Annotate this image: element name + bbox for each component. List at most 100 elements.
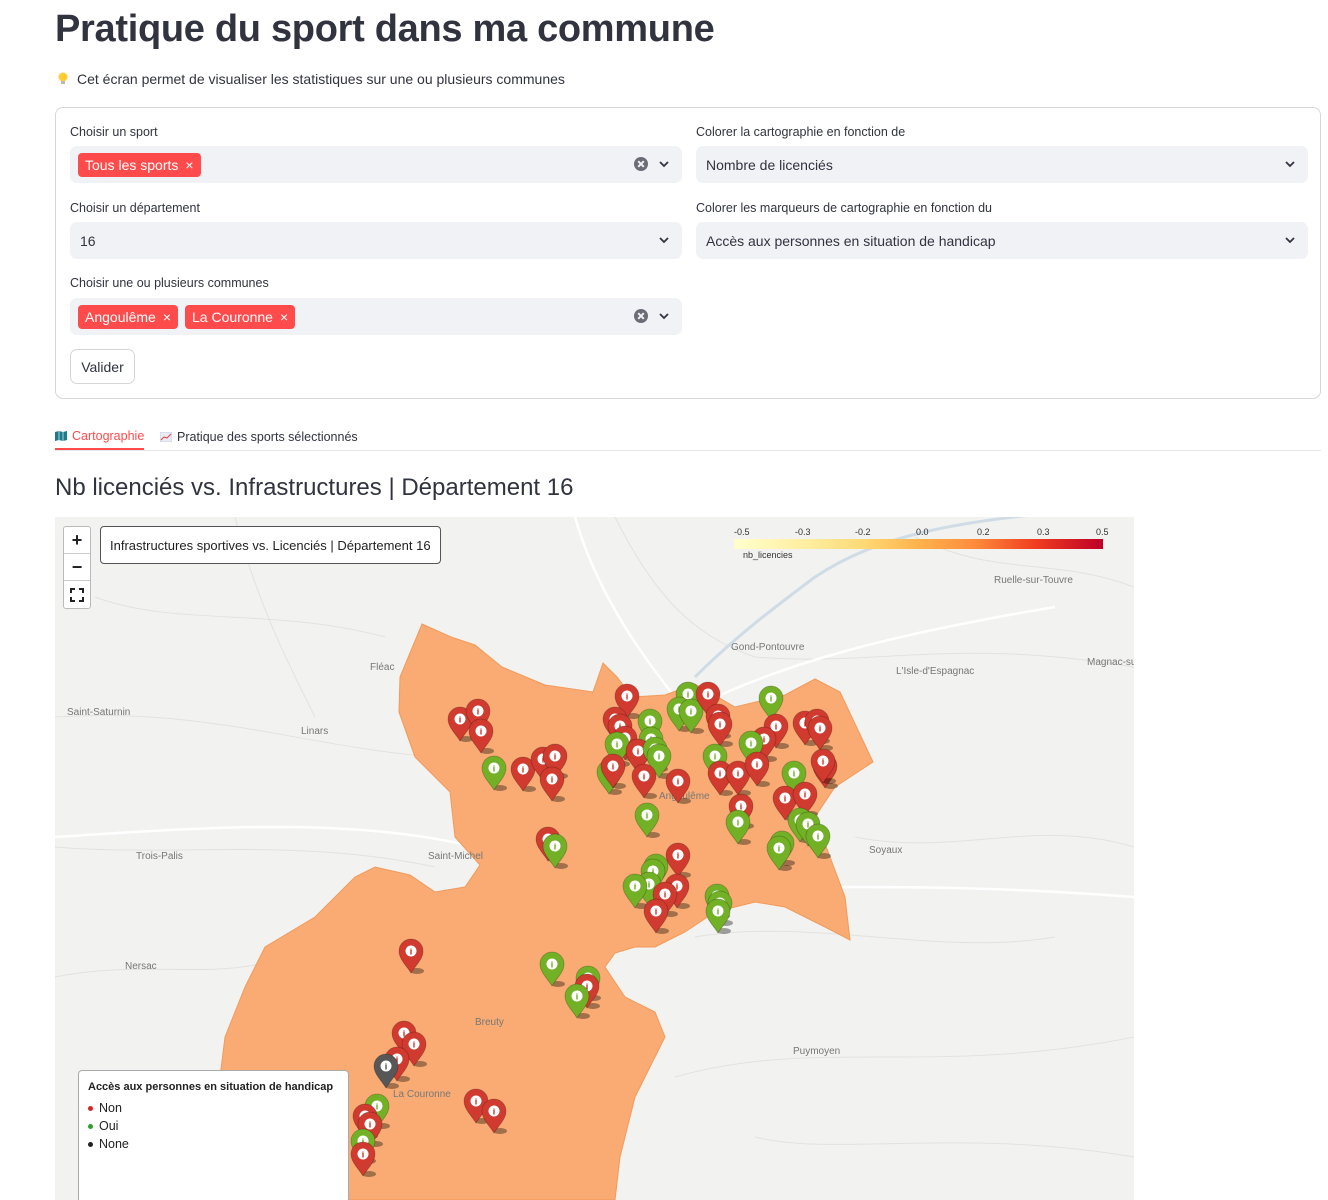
black-dot-icon	[88, 1141, 93, 1147]
scale-tick: -0.5	[734, 527, 750, 537]
map-view[interactable]: Ruelle-sur-Touvre Gond-Pontouvre L'Isle-…	[55, 517, 1134, 1200]
info-icon: i	[822, 758, 825, 767]
tab-cartographie[interactable]: Cartographie	[55, 423, 145, 450]
info-icon: i	[637, 748, 640, 757]
tab-pratique[interactable]: Pratique des sports sélectionnés	[160, 423, 358, 450]
chevron-down-icon[interactable]	[1284, 158, 1296, 170]
marker-none-icon[interactable]: i	[373, 1053, 399, 1089]
zoom-in-button[interactable]: +	[64, 527, 90, 554]
communes-multiselect[interactable]: Angoulême × La Couronne ×	[70, 298, 682, 335]
communes-label: Choisir une ou plusieurs communes	[70, 276, 269, 290]
marker-non-icon[interactable]: i	[539, 766, 565, 802]
legend-label: Non	[99, 1101, 122, 1115]
zoom-out-button[interactable]: −	[64, 554, 90, 581]
chevron-down-icon[interactable]	[658, 158, 670, 170]
marker-non-icon[interactable]: i	[481, 1098, 507, 1134]
legend-label: Oui	[99, 1119, 119, 1133]
info-icon: i	[480, 728, 483, 737]
subtitle-text: Cet écran permet de visualiser les stati…	[77, 71, 565, 87]
marker-oui-icon[interactable]: i	[542, 833, 568, 869]
marker-color-select[interactable]: Accès aux personnes en situation de hand…	[696, 222, 1308, 259]
tag-remove-icon[interactable]: ×	[185, 157, 193, 173]
info-icon: i	[551, 776, 554, 785]
info-icon: i	[522, 766, 525, 775]
marker-oui-icon[interactable]: i	[805, 823, 831, 859]
tag-remove-icon[interactable]: ×	[163, 309, 171, 325]
clear-icon[interactable]	[634, 157, 648, 171]
marker-oui-icon[interactable]: i	[564, 983, 590, 1019]
info-icon: i	[784, 795, 787, 804]
marker-non-icon[interactable]: i	[643, 898, 669, 934]
marker-non-icon[interactable]: i	[665, 842, 691, 878]
info-icon: i	[804, 791, 807, 800]
marker-oui-icon[interactable]: i	[725, 809, 751, 845]
page-title: Pratique du sport dans ma commune	[55, 8, 715, 50]
info-icon: i	[707, 691, 710, 700]
marker-oui-icon[interactable]: i	[634, 802, 660, 838]
info-icon: i	[413, 1041, 416, 1050]
submit-button[interactable]: Valider	[70, 349, 135, 384]
zoom-control: + −	[63, 526, 91, 609]
info-icon: i	[646, 812, 649, 821]
marker-non-icon[interactable]: i	[707, 711, 733, 747]
chevron-down-icon[interactable]	[1284, 234, 1296, 246]
info-icon: i	[717, 908, 720, 917]
info-icon: i	[385, 1063, 388, 1072]
legend-item-oui: Oui	[88, 1117, 339, 1135]
legend-item-none: None	[88, 1135, 339, 1153]
commune-tag[interactable]: La Couronne ×	[185, 304, 296, 329]
marker-non-icon[interactable]: i	[631, 763, 657, 799]
info-icon: i	[554, 843, 557, 852]
info-icon: i	[819, 725, 822, 734]
info-icon: i	[626, 693, 629, 702]
section-title: Nb licenciés vs. Infrastructures | Dépar…	[55, 474, 574, 501]
fullscreen-button[interactable]	[64, 581, 90, 608]
commune-tag[interactable]: Angoulême ×	[78, 304, 179, 329]
chart-icon	[160, 431, 172, 442]
color-map-label: Colorer la cartographie en fonction de	[696, 125, 906, 139]
legend-item-non: Non	[88, 1099, 339, 1117]
marker-oui-icon[interactable]: i	[705, 898, 731, 934]
info-icon: i	[410, 948, 413, 957]
info-icon: i	[649, 718, 652, 727]
info-icon: i	[677, 778, 680, 787]
chevron-down-icon[interactable]	[658, 234, 670, 246]
color-map-select[interactable]: Nombre de licenciés	[696, 146, 1308, 183]
info-icon: i	[737, 770, 740, 779]
marker-non-icon[interactable]: i	[744, 751, 770, 787]
info-icon: i	[658, 753, 661, 762]
scale-tick: 0.5	[1096, 527, 1109, 537]
chevron-down-icon[interactable]	[658, 310, 670, 322]
scale-tick: 0.3	[1037, 527, 1050, 537]
sport-multiselect[interactable]: Tous les sports ×	[70, 146, 682, 183]
tag-remove-icon[interactable]: ×	[280, 309, 288, 325]
sport-tag[interactable]: Tous les sports ×	[78, 152, 201, 177]
info-icon: i	[576, 993, 579, 1002]
info-icon: i	[737, 819, 740, 828]
marker-non-icon[interactable]: i	[810, 748, 836, 784]
legend-label: None	[99, 1137, 129, 1151]
marker-oui-icon[interactable]: i	[481, 755, 507, 791]
marker-non-icon[interactable]: i	[468, 718, 494, 754]
marker-oui-icon[interactable]: i	[539, 951, 565, 987]
scale-tick: 0.2	[977, 527, 990, 537]
info-icon: i	[664, 891, 667, 900]
marker-legend: Accès aux personnes en situation de hand…	[78, 1070, 349, 1200]
info-icon: i	[459, 716, 462, 725]
info-icon: i	[376, 1103, 379, 1112]
info-icon: i	[690, 708, 693, 717]
info-icon: i	[477, 708, 480, 717]
info-icon: i	[687, 691, 690, 700]
marker-non-icon[interactable]: i	[398, 938, 424, 974]
marker-oui-icon[interactable]: i	[622, 873, 648, 909]
marker-oui-icon[interactable]: i	[766, 835, 792, 871]
info-icon: i	[612, 763, 615, 772]
color-scale-bar	[734, 539, 1103, 549]
dept-select[interactable]: 16	[70, 222, 682, 259]
marker-non-icon[interactable]: i	[350, 1141, 376, 1177]
clear-icon[interactable]	[634, 309, 648, 323]
marker-non-icon[interactable]: i	[665, 768, 691, 804]
green-dot-icon	[88, 1123, 93, 1129]
sport-tag-label: Tous les sports	[85, 156, 179, 173]
info-icon: i	[369, 1121, 372, 1130]
